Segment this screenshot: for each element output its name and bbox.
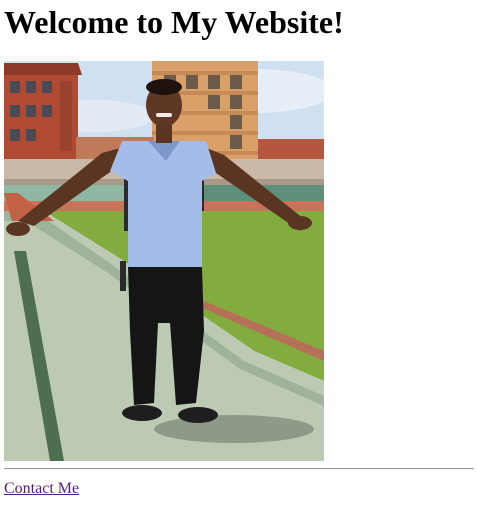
photo-building-left — [4, 63, 82, 161]
page: Welcome to My Website! Contact Me — [0, 0, 477, 527]
profile-photo — [4, 61, 324, 461]
page-title: Welcome to My Website! — [4, 4, 344, 40]
divider — [4, 468, 474, 470]
photo-person-shadow — [154, 415, 314, 443]
contact-me-link[interactable]: Contact Me — [4, 480, 79, 498]
